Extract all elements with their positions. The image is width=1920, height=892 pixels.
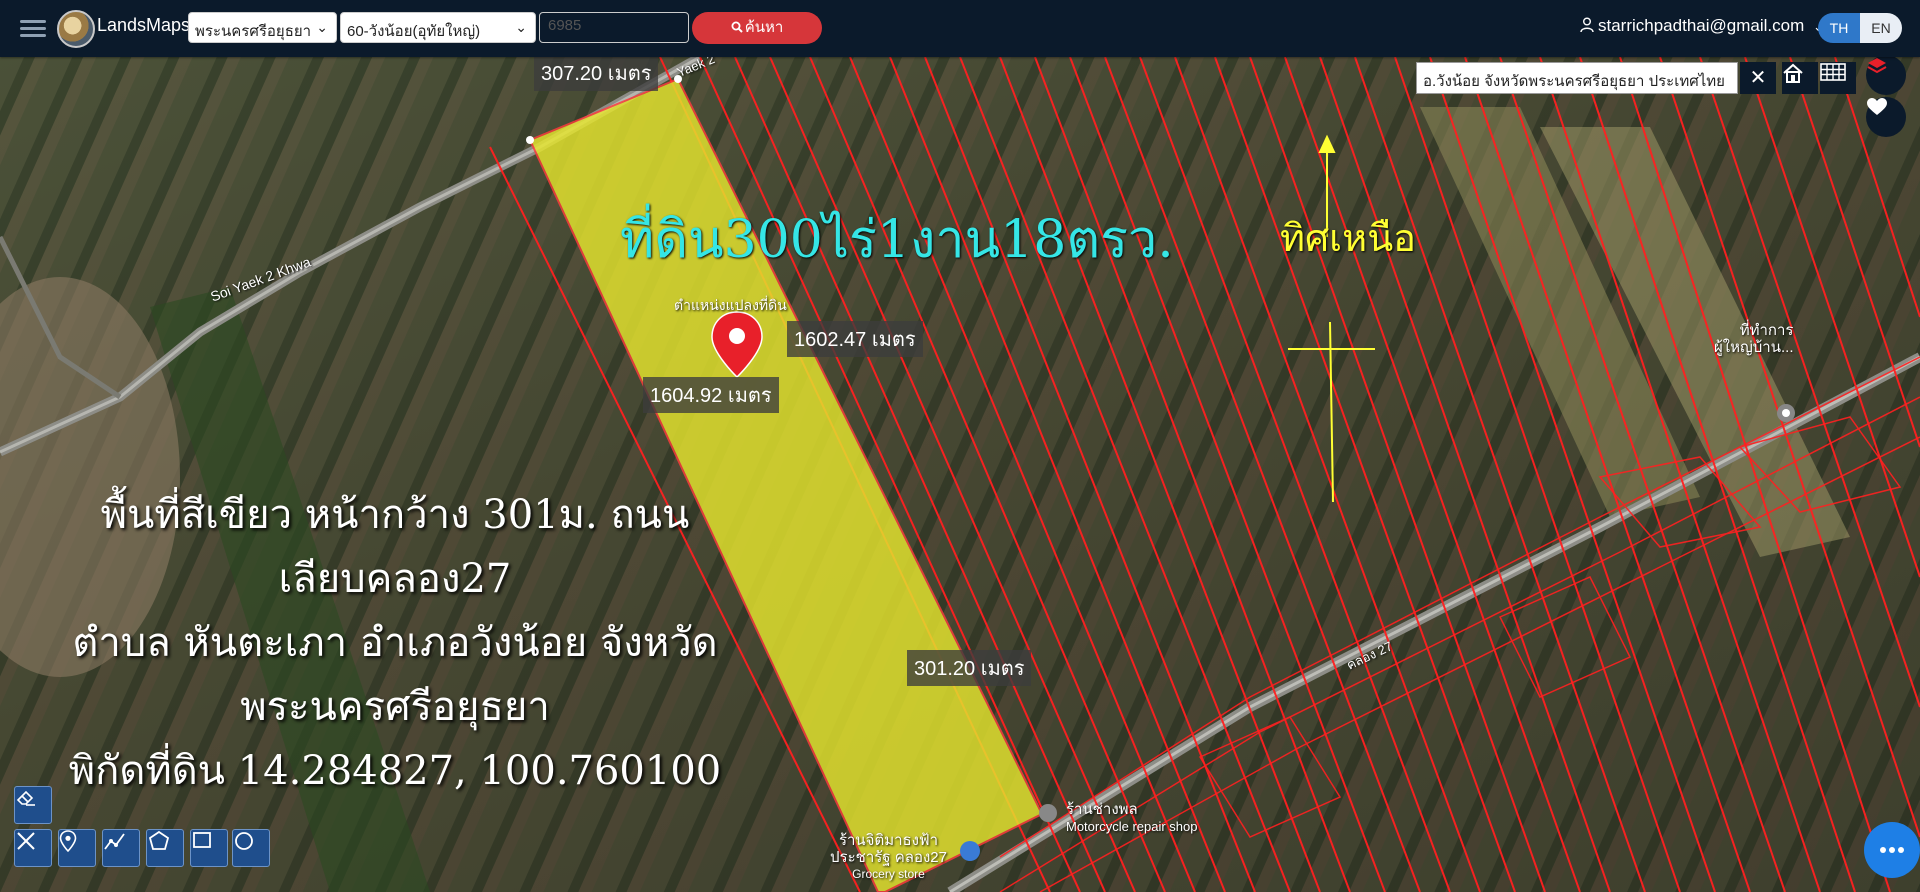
info-line: พิกัดที่ดิน 14.284827, 100.760100 — [68, 748, 722, 794]
user-menu[interactable]: starrichpadthai@gmail.com ⌄ — [1580, 16, 1824, 36]
place-label-line: Motorcycle repair shop — [1066, 819, 1198, 834]
home-button[interactable] — [1782, 62, 1818, 94]
lang-th-button[interactable]: TH — [1818, 13, 1860, 43]
location-display: อ.วังน้อย จังหวัดพระนครศรีอยุธยา ประเทศไ… — [1416, 62, 1738, 94]
app-logo[interactable] — [57, 10, 95, 48]
grocery-label[interactable]: ร้านจิติมาธงฟ้า ประชารัฐ คลอง27 Grocery … — [830, 832, 947, 883]
land-area-title: ที่ดิน300ไร่1งาน18ตรว. — [620, 210, 1174, 270]
info-line: ตำบล หันตะเภา อำเภอวังน้อย จังหวัดพระนคร… — [72, 620, 718, 730]
district-select[interactable]: 60-วังน้อย(อุทัยใหญ่) ⌄ — [340, 12, 536, 43]
grid-button[interactable] — [1820, 62, 1856, 94]
place-label-line: Grocery store — [852, 867, 925, 881]
place-label-line: ประชารัฐ คลอง27 — [830, 849, 947, 866]
lang-en-button[interactable]: EN — [1860, 13, 1902, 43]
menu-icon[interactable] — [20, 16, 46, 40]
place-label-line: ที่ทำการ — [1739, 322, 1794, 339]
district-value: 60-วังน้อย(อุทัยใหญ่) — [347, 23, 481, 40]
place-label-line: ร้านช่างพล — [1066, 801, 1138, 818]
pin-label: ตำแหน่งแปลงที่ดิน — [674, 297, 787, 313]
chat-button[interactable] — [1864, 822, 1920, 878]
app-brand[interactable]: LandsMaps — [97, 15, 190, 36]
parcel-number-input[interactable]: 6985 — [539, 12, 689, 43]
grid-icon — [1820, 63, 1846, 81]
measure-bottom: 301.20 เมตร — [907, 650, 1032, 686]
info-line: พื้นที่สีเขียว หน้ากว้าง 301ม. ถนน เลียบ… — [100, 492, 690, 602]
place-label-line: ผู้ใหญ่บ้าน... — [1714, 339, 1794, 356]
polygon-tool-button[interactable] — [146, 829, 184, 867]
measure-right-side: 1602.47 เมตร — [787, 321, 923, 357]
province-select[interactable]: พระนครศรีอยุธยา ⌄ — [188, 12, 337, 43]
rectangle-tool-button[interactable] — [190, 829, 228, 867]
motor-shop-label[interactable]: ร้านช่างพล Motorcycle repair shop — [1066, 801, 1198, 835]
place-label-line: ร้านจิติมาธงฟ้า — [838, 832, 939, 849]
info-text-block: พื้นที่สีเขียว หน้ากว้าง 301ม. ถนน เลียบ… — [0, 483, 790, 803]
chevron-down-icon: ⌄ — [515, 19, 527, 35]
eraser-icon — [16, 790, 35, 806]
polyline-icon — [104, 833, 125, 850]
search-icon — [731, 21, 743, 33]
user-email: starrichpadthai@gmail.com — [1598, 16, 1805, 35]
ruler-tool-button[interactable] — [14, 829, 52, 867]
measure-left-side: 1604.92 เมตร — [643, 377, 779, 413]
measure-top: 307.20 เมตร — [534, 57, 659, 91]
more-dots-icon — [1880, 847, 1904, 853]
circle-icon — [235, 832, 253, 850]
ruler-icon — [17, 832, 35, 850]
village-office-label[interactable]: ที่ทำการ ผู้ใหญ่บ้าน... — [1714, 322, 1793, 356]
map-canvas[interactable]: Soi Yaek 2 Khwa Yaek 2 คลอง 27 307.20 เม… — [0, 57, 1920, 892]
circle-tool-button[interactable] — [232, 829, 270, 867]
layers-icon — [1867, 58, 1887, 74]
rectangle-icon — [193, 832, 211, 848]
north-label: ทิศเหนือ — [1280, 216, 1417, 260]
polyline-tool-button[interactable] — [102, 829, 140, 867]
top-navbar: LandsMaps พระนครศรีอยุธยา ⌄ 60-วังน้อย(อ… — [0, 0, 1920, 57]
favorite-button[interactable] — [1866, 97, 1906, 137]
heart-icon — [1867, 98, 1887, 115]
eraser-tool-button[interactable] — [14, 786, 52, 824]
user-icon — [1580, 17, 1594, 33]
home-icon — [1783, 63, 1803, 83]
polygon-icon — [148, 830, 170, 850]
search-button-label: ค้นหา — [744, 19, 784, 36]
marker-tool-button[interactable] — [58, 829, 96, 867]
close-location-button[interactable]: ✕ — [1740, 62, 1776, 94]
search-button[interactable]: ค้นหา — [692, 12, 822, 44]
chevron-down-icon: ⌄ — [316, 19, 328, 35]
province-value: พระนครศรีอยุธยา — [195, 23, 312, 40]
map-pin-icon — [59, 830, 77, 852]
